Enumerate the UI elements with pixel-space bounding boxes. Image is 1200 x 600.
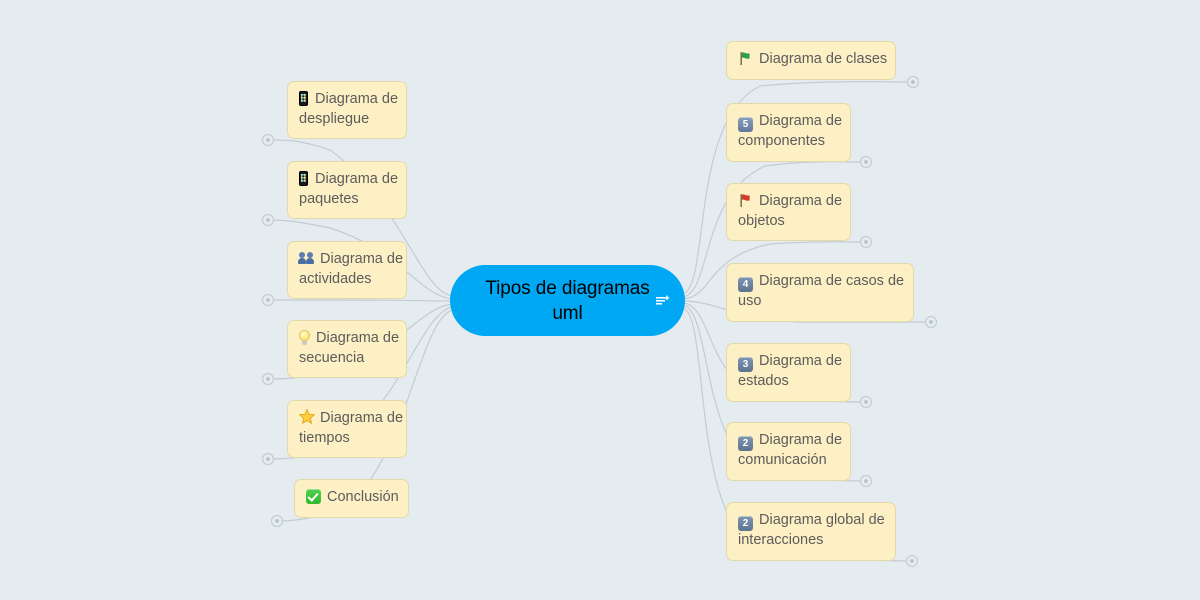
topic-label-line2: actividades: [299, 270, 372, 287]
topic-label-line2: comunicación: [738, 452, 827, 468]
collapse-handle[interactable]: [859, 155, 873, 169]
topic-label-line2: componentes: [738, 133, 826, 149]
collapse-handle[interactable]: [261, 213, 275, 227]
topic-diagrama-de-componentes[interactable]: 5 Diagrama de componentes: [726, 103, 851, 162]
topic-diagrama-de-tiempos[interactable]: Diagrama de tiempos: [287, 400, 407, 458]
topic-label-line1: Diagrama de: [316, 330, 400, 346]
topic-label-line1: Diagrama de: [759, 432, 843, 448]
topic-diagrama-de-paquetes[interactable]: Diagrama de paquetes: [287, 161, 407, 219]
green-flag-icon: [738, 51, 753, 66]
keycap-2-icon: 2: [738, 436, 753, 451]
topic-diagrama-de-despliegue[interactable]: Diagrama de despliegue: [287, 81, 407, 139]
red-flag-icon: [738, 193, 753, 208]
topic-diagrama-de-secuencia[interactable]: Diagrama de secuencia: [287, 320, 407, 378]
topic-diagrama-de-actividades[interactable]: Diagrama de actividades: [287, 241, 407, 299]
topic-diagrama-de-clases[interactable]: Diagrama de clases: [726, 41, 896, 80]
topic-label-line2: objetos: [738, 212, 785, 229]
topic-label-line2: tiempos: [299, 429, 350, 446]
collapse-handle[interactable]: [924, 315, 938, 329]
topic-label-line1: Conclusión: [327, 489, 399, 505]
keycap-2-icon: 2: [738, 516, 753, 531]
two-people-icon: [298, 252, 315, 265]
topic-label-line1: Diagrama de: [320, 410, 404, 426]
topic-label-line2: despliegue: [299, 110, 370, 127]
collapse-handle[interactable]: [261, 293, 275, 307]
root-node-label: Tipos de diagramas uml: [485, 277, 650, 324]
connector-left-3: [268, 299, 453, 302]
collapse-handle[interactable]: [859, 235, 873, 249]
topic-label-line2: paquetes: [299, 190, 359, 207]
lightbulb-icon: [299, 330, 310, 345]
collapse-handle[interactable]: [261, 372, 275, 386]
keycap-5-icon: 5: [738, 117, 753, 132]
root-node[interactable]: Tipos de diagramas uml: [450, 265, 685, 336]
topic-label-line1: Diagrama de: [759, 193, 843, 209]
collapse-handle[interactable]: [859, 474, 873, 488]
note-lines-add-icon[interactable]: [655, 293, 671, 309]
topic-label-line2: interacciones: [738, 532, 824, 548]
collapse-handle[interactable]: [261, 133, 275, 147]
topic-label-line1: Diagrama de clases: [759, 51, 888, 67]
topic-diagrama-de-casos-de-uso[interactable]: 4 Diagrama de casos de uso: [726, 263, 914, 322]
keycap-3-icon: 3: [738, 357, 753, 372]
topic-label-line1: Diagrama de: [759, 113, 843, 129]
topic-conclusion[interactable]: Conclusión: [294, 479, 409, 518]
mobile-phone-icon: [299, 171, 308, 186]
topic-label-line1: Diagrama de: [315, 91, 399, 107]
green-check-icon: [306, 489, 321, 504]
topic-diagrama-de-objetos[interactable]: Diagrama de objetos: [726, 183, 851, 241]
collapse-handle[interactable]: [261, 452, 275, 466]
topic-diagrama-de-estados[interactable]: 3 Diagrama de estados: [726, 343, 851, 402]
topic-label-line2: uso: [738, 293, 762, 309]
topic-label-line2: secuencia: [299, 349, 365, 366]
star-icon: [298, 408, 316, 425]
topic-label-line1: Diagrama global de: [759, 512, 885, 528]
topic-label-line1: Diagrama de: [320, 251, 404, 267]
collapse-handle[interactable]: [270, 514, 284, 528]
collapse-handle[interactable]: [905, 554, 919, 568]
topic-label-line2: estados: [738, 373, 789, 389]
keycap-4-icon: 4: [738, 277, 753, 292]
topic-label-line1: Diagrama de: [315, 171, 399, 187]
topic-diagrama-global-de-interacciones[interactable]: 2 Diagrama global de interacciones: [726, 502, 896, 561]
mobile-phone-icon: [299, 91, 308, 106]
topic-label-line1: Diagrama de: [759, 353, 843, 369]
collapse-handle[interactable]: [906, 75, 920, 89]
topic-label-line1: Diagrama de casos de: [759, 273, 905, 289]
topic-diagrama-de-comunicacion[interactable]: 2 Diagrama de comunicación: [726, 422, 851, 481]
collapse-handle[interactable]: [859, 395, 873, 409]
mindmap-canvas: Tipos de diagramas uml Diagrama de despl…: [0, 0, 1200, 600]
